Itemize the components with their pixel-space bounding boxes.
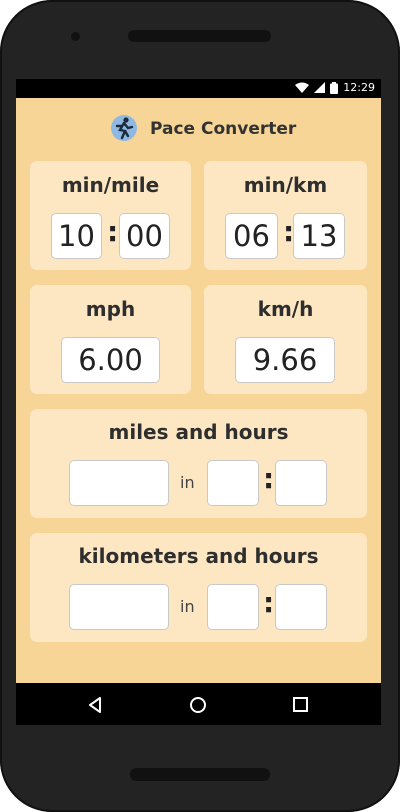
kmh-input[interactable]: 9.66 [235,337,335,383]
min-mile-label: min/mile [61,173,160,197]
km-minutes-input[interactable] [275,584,327,630]
bottom-speaker [130,768,270,781]
earpiece-speaker [128,30,271,42]
min-mile-colon: : [107,215,119,248]
phone-frame: 12:29 Pace Converter min/mile 10 : 00 mi… [0,0,400,812]
km-hours-input[interactable] [207,584,259,630]
runner-icon [111,115,137,141]
min-mile-seconds-input[interactable]: 00 [119,213,170,259]
km-hours-label: kilometers and hours [78,544,319,568]
battery-icon [330,81,339,94]
mph-label: mph [85,297,136,321]
mph-card: mph 6.00 [30,285,191,394]
status-time: 12:29 [343,81,375,94]
back-icon[interactable] [87,697,103,713]
navigation-bar [16,683,381,725]
min-km-card: min/km 06 : 13 [204,161,367,270]
miles-minutes-input[interactable] [275,460,327,506]
km-distance-input[interactable] [69,584,169,630]
miles-in-label: in [180,473,195,492]
kmh-label: km/h [257,297,314,321]
min-mile-card: min/mile 10 : 00 [30,161,191,270]
km-hours-card: kilometers and hours in : [30,533,367,642]
recents-icon[interactable] [293,697,308,712]
app-title: Pace Converter [150,119,297,139]
mph-input[interactable]: 6.00 [61,337,160,383]
min-mile-minutes-input[interactable]: 10 [51,213,102,259]
miles-hours-input[interactable] [207,460,259,506]
screen: 12:29 Pace Converter min/mile 10 : 00 mi… [16,79,381,725]
home-icon[interactable] [189,696,207,714]
miles-hours-label: miles and hours [108,420,289,444]
miles-hours-colon: : [263,462,275,495]
app-header: Pace Converter [16,98,381,158]
app-content: Pace Converter min/mile 10 : 00 min/km 0… [16,98,381,683]
signal-icon [314,82,326,93]
miles-distance-input[interactable] [69,460,169,506]
wifi-icon [295,82,310,93]
kmh-card: km/h 9.66 [204,285,367,394]
km-hours-colon: : [263,586,275,619]
min-km-minutes-input[interactable]: 06 [225,213,278,259]
min-km-seconds-input[interactable]: 13 [293,213,345,259]
miles-hours-card: miles and hours in : [30,409,367,518]
front-camera [71,32,80,41]
status-bar: 12:29 [16,79,381,98]
km-in-label: in [180,597,195,616]
min-km-label: min/km [243,173,328,197]
